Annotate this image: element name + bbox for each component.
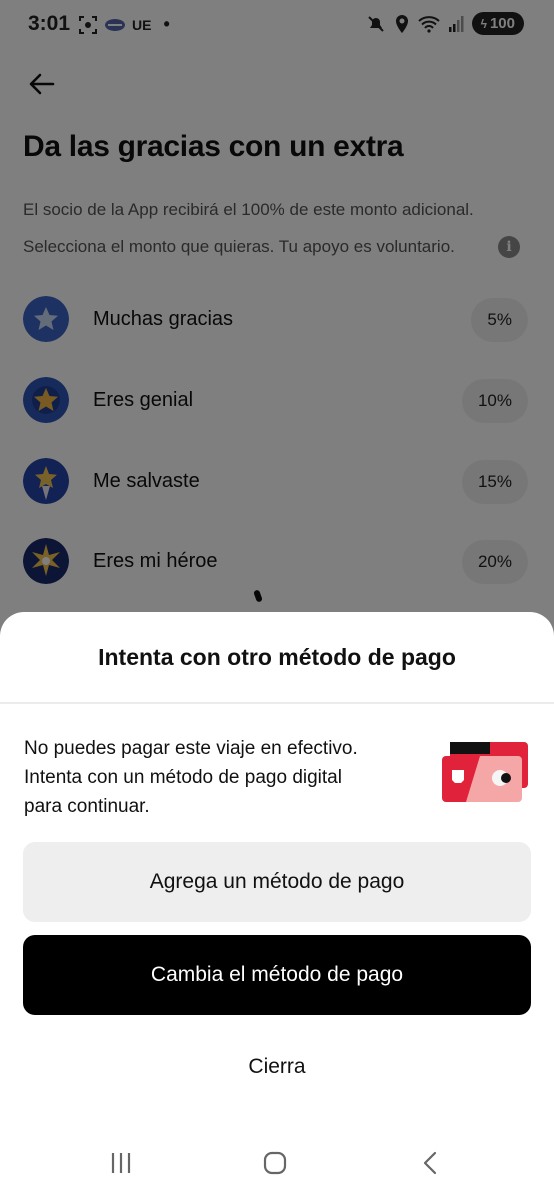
sheet-message-line3: para continuar. (24, 796, 150, 817)
nav-back-icon[interactable] (418, 1150, 444, 1176)
sheet-divider (0, 702, 554, 704)
payment-method-sheet: Intenta con otro método de pago No puede… (0, 612, 554, 1200)
add-payment-method-button[interactable]: Agrega un método de pago (23, 842, 531, 922)
payment-cards-icon (442, 742, 528, 802)
change-payment-method-button[interactable]: Cambia el método de pago (23, 935, 531, 1015)
sheet-message-line1: No puedes pagar este viaje en efectivo. (24, 738, 358, 759)
sheet-message: No puedes pagar este viaje en efectivo. … (24, 734, 414, 821)
sheet-title: Intenta con otro método de pago (98, 644, 456, 670)
sheet-message-line2: Intenta con un método de pago digital (24, 767, 342, 788)
close-button[interactable]: Cierra (177, 1042, 377, 1092)
recent-apps-icon[interactable] (108, 1150, 134, 1176)
system-nav-bar (0, 1140, 554, 1200)
home-icon[interactable] (262, 1150, 288, 1176)
